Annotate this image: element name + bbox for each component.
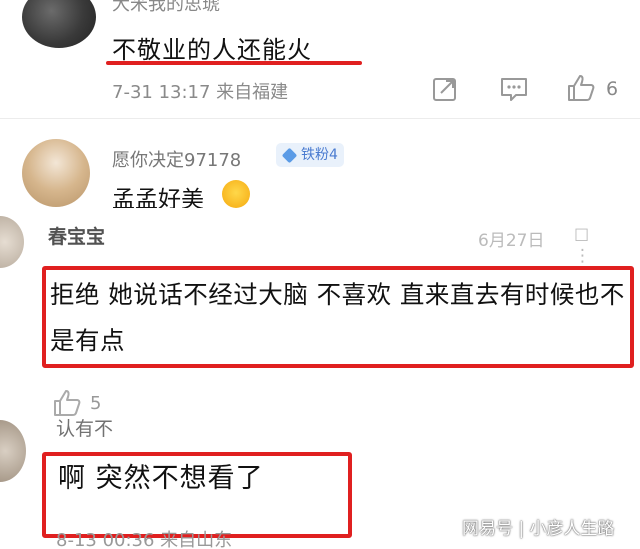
comment-icon[interactable] xyxy=(500,76,528,102)
fan-badge: 铁粉4 xyxy=(276,143,344,167)
comment-text: 不敬业的人还能火 xyxy=(112,36,312,64)
share-icon[interactable] xyxy=(432,76,458,102)
username[interactable]: 愿你决定97178 xyxy=(112,146,241,172)
gem-icon xyxy=(281,147,298,163)
divider xyxy=(0,118,640,119)
avatar[interactable] xyxy=(0,420,26,482)
username[interactable]: 大米我的思琥 xyxy=(112,0,220,16)
comment-date: 6月27日 xyxy=(478,231,545,251)
avatar[interactable] xyxy=(22,0,96,48)
comment-meta: 7-31 13:17 来自福建 xyxy=(112,82,289,103)
emoji-icon xyxy=(222,180,250,208)
comment-tools[interactable]: ☐ ⋮ xyxy=(574,226,640,266)
like-count: 5 xyxy=(90,393,102,414)
comment-text: 啊 突然不想看了 xyxy=(58,463,264,494)
highlight-underline xyxy=(106,61,362,65)
avatar[interactable] xyxy=(0,216,24,268)
username[interactable]: 认有不 xyxy=(56,414,113,441)
username[interactable]: 春宝宝 xyxy=(48,222,105,249)
fan-badge-label: 铁粉4 xyxy=(301,147,338,163)
watermark: 网易号 | 小彦人生路 xyxy=(462,519,615,539)
comment-meta: 8-13 00:36 来自山东 xyxy=(56,530,233,549)
comment-text: 拒绝 她说话不经过大脑 不喜欢 直来直去有时候也不是有点 xyxy=(50,280,625,355)
like-count: 6 xyxy=(606,78,619,100)
avatar[interactable] xyxy=(22,139,90,207)
thumbs-up-icon[interactable] xyxy=(566,73,596,103)
section-gap xyxy=(0,208,640,222)
